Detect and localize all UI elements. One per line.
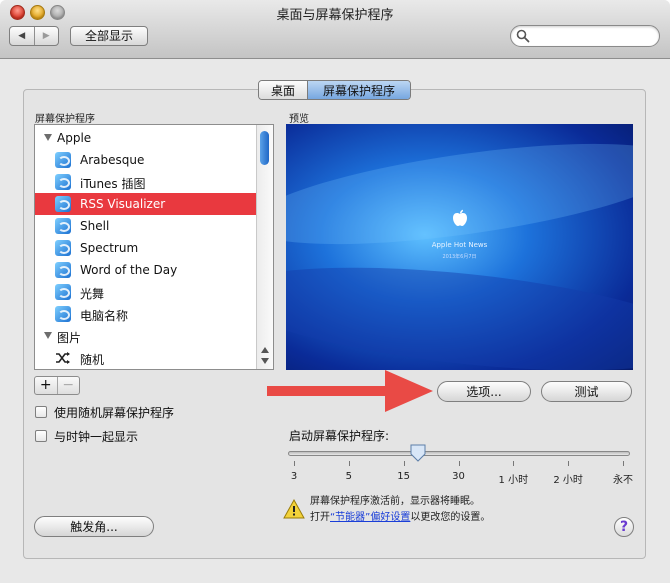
screensaver-icon [55,240,71,256]
options-button[interactable]: 选项... [437,381,531,402]
slider-tick [294,461,295,466]
list-item[interactable]: Spectrum [35,237,257,259]
screensaver-icon [55,152,71,168]
show-with-clock-checkbox[interactable]: 与时钟一起显示 [35,428,235,444]
show-all-button[interactable]: 全部显示 [70,26,148,46]
tab-bar: 桌面 屏幕保护程序 [258,80,411,100]
red-arrow-icon [267,370,433,412]
group-label: 图片 [57,331,82,345]
slider-tick-label: 30 [452,471,465,482]
list-item-label: RSS Visualizer [80,197,166,211]
help-button[interactable]: ? [614,517,634,537]
preview-label: 预览 [289,114,309,125]
checkbox-box[interactable] [35,430,47,442]
list-item[interactable]: Shell [35,215,257,237]
list-scrollbar[interactable] [256,125,273,369]
remove-screensaver-button[interactable]: − [56,377,80,394]
list-item-label: Word of the Day [80,263,178,277]
back-forward-control: ◀ ▶ [9,26,59,46]
scroll-up-icon[interactable] [261,347,269,353]
warning-suffix: 以更改您的设置。 [410,512,491,523]
disclosure-triangle-icon[interactable] [44,134,52,141]
checkbox-box[interactable] [35,406,47,418]
slider-tick [623,461,624,466]
start-slider-track[interactable] [288,451,630,456]
window-title: 桌面与屏幕保护程序 [276,8,394,23]
slider-tick-label: 3 [290,471,298,482]
slider-tick [403,461,405,466]
back-icon[interactable]: ◀ [10,27,34,45]
start-after-label: 启动屏幕保护程序: [289,429,390,443]
group-label: Apple [57,131,92,145]
screensaver-icon [55,284,71,300]
slider-tick-label: 永不 [613,475,633,486]
list-item[interactable]: 电脑名称 [35,303,257,325]
list-group-pictures[interactable]: 图片 [35,325,257,347]
slider-tick-label: 5 [345,471,353,482]
screensaver-icon [55,174,71,190]
screensaver-icon [55,262,71,278]
slider-tick-label: 1 小时 [498,475,529,486]
screensaver-icon [55,306,71,322]
list-item[interactable]: 光舞 [35,281,257,303]
warning-line-2: 打开“节能器”偏好设置以更改您的设置。 [310,510,490,526]
search-icon [516,29,530,43]
list-item-label: 光舞 [80,287,105,301]
slider-tick [513,461,515,466]
screensaver-icon [55,196,71,212]
energy-saver-link[interactable]: “节能器”偏好设置 [330,512,410,523]
titlebar: 桌面与屏幕保护程序 ◀ ▶ 全部显示 [0,0,670,59]
preview-wave [286,249,633,370]
warning-line-1: 屏幕保护程序激活前，显示器将睡眠。 [310,496,480,507]
preview-feed-title: Apple Hot News [431,241,488,249]
warning-icon [283,499,305,519]
window: 桌面与屏幕保护程序 ◀ ▶ 全部显示 桌面 屏幕保护程序 屏幕保护程序 Appl… [0,0,670,583]
screensaver-preview: Apple Hot News 2013年6月7日 [286,124,633,370]
scroll-down-icon[interactable] [261,358,269,364]
search-input[interactable] [533,28,657,46]
warning-prefix: 打开 [310,512,330,523]
screensaver-icon [55,218,71,234]
add-screensaver-button[interactable]: + [35,377,57,394]
slider-tick [348,461,350,466]
tab-desktop[interactable]: 桌面 [259,81,308,99]
list-item[interactable]: Arabesque [35,149,257,171]
list-group-apple[interactable]: Apple [35,127,257,149]
slider-tick-label: 2 小时 [553,475,583,486]
test-button[interactable]: 测试 [541,381,632,402]
slider-tick [458,461,460,466]
apple-logo-icon [453,209,467,226]
list-item-label: iTunes 插图 [80,177,146,191]
list-item-label: 随机 [80,353,105,367]
list-item-selected[interactable]: RSS Visualizer [35,193,257,215]
shuffle-icon [56,352,70,364]
checkbox-label: 使用随机屏幕保护程序 [54,406,175,420]
checkbox-label: 与时钟一起显示 [54,430,139,444]
screensaver-list-label: 屏幕保护程序 [35,114,95,125]
list-item[interactable]: Word of the Day [35,259,257,281]
slider-tick-label: 15 [397,471,411,482]
screensaver-list: Apple Arabesque iTunes 插图 RSS Visualizer… [34,124,274,370]
list-item-label: Shell [80,219,110,233]
list-item[interactable]: 随机 [35,347,257,369]
list-item[interactable]: iTunes 插图 [35,171,257,193]
forward-icon[interactable]: ▶ [33,27,59,45]
list-item-label: Spectrum [80,241,139,255]
preview-feed-date: 2013年6月7日 [442,254,477,260]
energy-warning: 屏幕保护程序激活前，显示器将睡眠。 打开“节能器”偏好设置以更改您的设置。 [310,494,490,526]
slider-tick [568,461,570,466]
list-item-label: 电脑名称 [80,309,129,323]
tab-screensaver[interactable]: 屏幕保护程序 [308,81,410,99]
hot-corners-button[interactable]: 触发角... [34,516,154,537]
random-screensaver-checkbox[interactable]: 使用随机屏幕保护程序 [35,404,235,420]
disclosure-triangle-icon[interactable] [44,332,52,339]
add-remove-control: + − [34,376,80,395]
start-slider-knob[interactable] [410,444,426,462]
search-field[interactable] [510,25,660,47]
list-item-label: Arabesque [80,153,145,167]
scrollbar-thumb[interactable] [260,131,269,165]
